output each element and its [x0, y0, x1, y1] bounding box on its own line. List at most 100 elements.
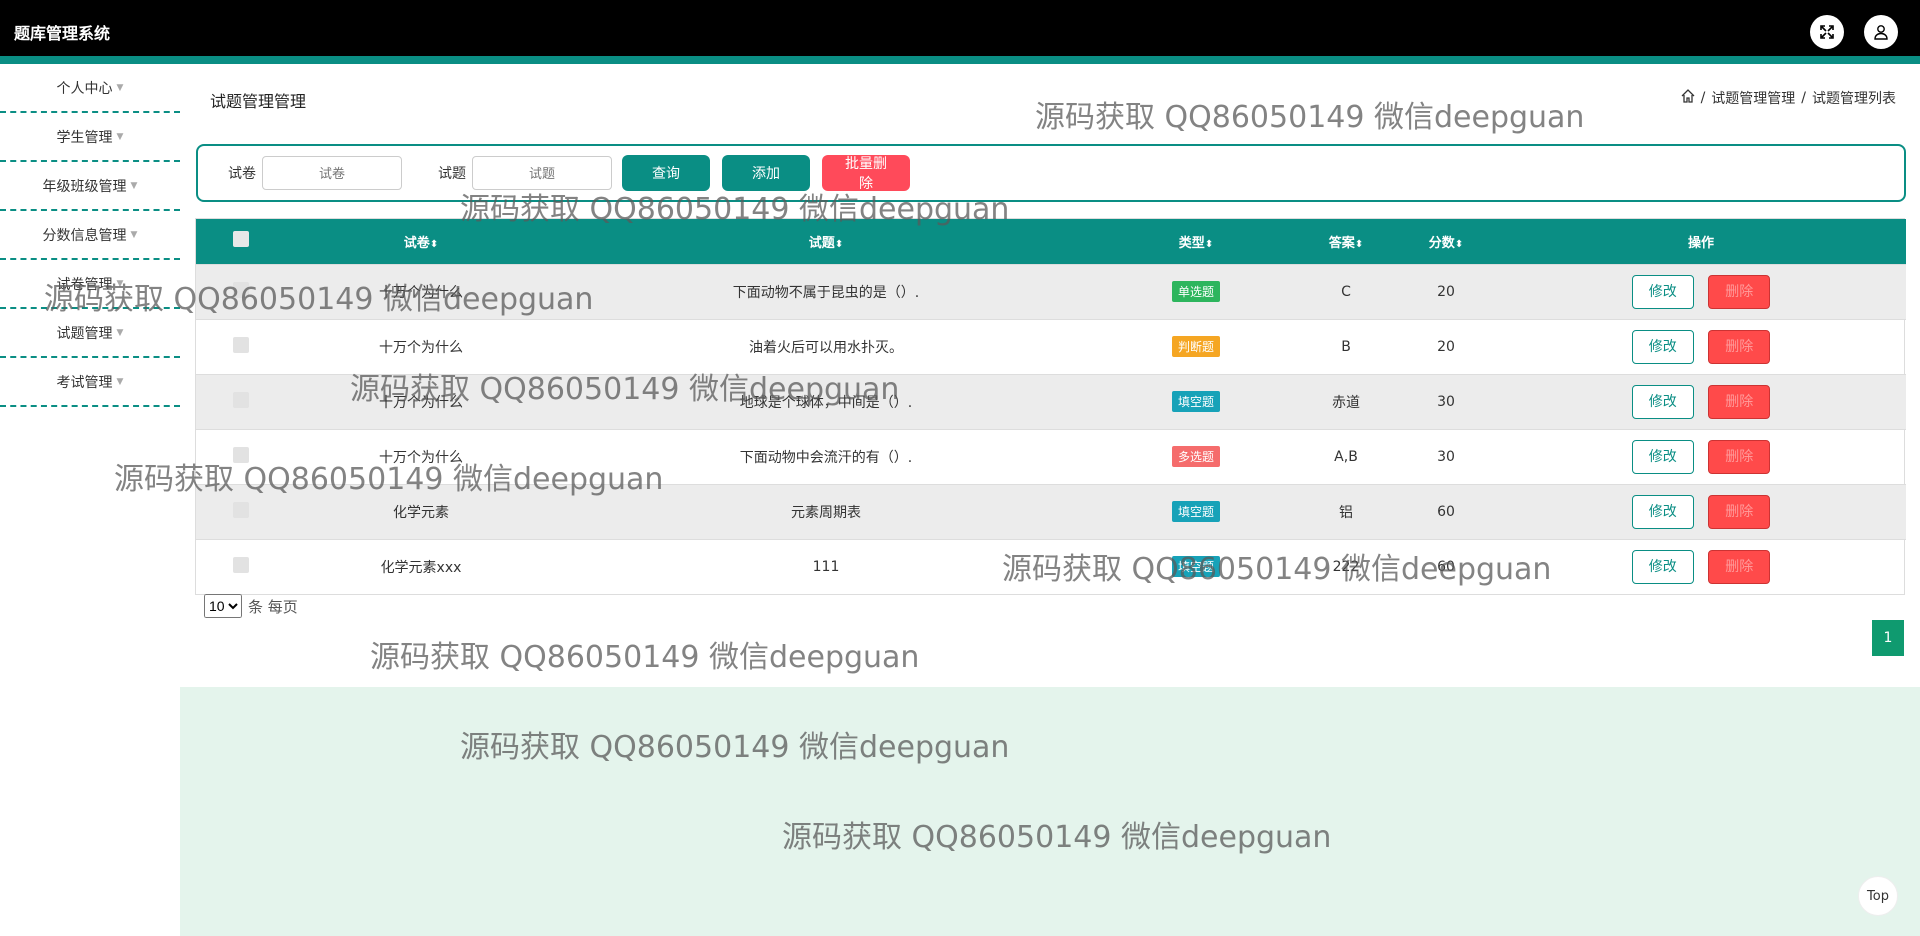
type-badge: 单选题 [1171, 281, 1220, 302]
breadcrumb-item[interactable]: 试题管理管理 [1711, 88, 1795, 108]
breadcrumb: / 试题管理管理 / 试题管理列表 [1681, 88, 1896, 108]
cell-question: 111 [812, 558, 840, 575]
column-header-score[interactable]: 分数⬍ [1396, 219, 1496, 264]
cell-score: 20 [1437, 283, 1455, 300]
delete-button[interactable]: 删除 [1708, 384, 1771, 419]
sidebar: 个人中心 ▼ 学生管理 ▼ 年级班级管理 ▼ 分数信息管理 ▼ 试卷管理 ▼ 试题管理 ▼ … [0, 64, 180, 936]
type-badge: 多选题 [1171, 446, 1220, 467]
sort-icon: ⬍ [1354, 238, 1364, 250]
batch-delete-button[interactable]: 批量删除 [822, 155, 910, 191]
cell-paper: 化学元素xxx [380, 559, 462, 576]
back-to-top-button[interactable]: Top [1858, 876, 1898, 916]
main-content: 试题管理管理 / 试题管理管理 / 试题管理列表 试卷 试题 查询 添加 批量删… [180, 64, 1920, 936]
column-header-answer[interactable]: 答案⬍ [1296, 219, 1396, 264]
top-header: 题库管理系统 [0, 0, 1920, 56]
delete-button[interactable]: 删除 [1708, 329, 1771, 364]
search-panel: 试卷 试题 查询 添加 批量删除 [196, 144, 1906, 202]
edit-button[interactable]: 修改 [1631, 549, 1694, 584]
cell-paper: 十万个为什么 [379, 449, 463, 466]
table-header-row: 试卷⬍ 试题⬍ 类型⬍ 答案⬍ 分数⬍ 操作 [196, 219, 1906, 264]
cell-paper: 十万个为什么 [379, 339, 463, 356]
sidebar-item-papers[interactable]: 试卷管理 ▼ [0, 260, 180, 309]
type-badge: 填空题 [1171, 501, 1220, 522]
cell-paper: 化学元素 [393, 504, 449, 521]
cell-answer: A,B [1334, 448, 1358, 465]
sort-icon: ⬍ [1454, 238, 1464, 250]
cell-paper: 十万个为什么 [379, 394, 463, 411]
table-row: 化学元素xxx 111 填空题 222 60 修改 删除 [196, 539, 1906, 594]
sort-icon: ⬍ [429, 238, 439, 250]
column-header-paper[interactable]: 试卷⬍ [286, 219, 556, 264]
sidebar-item-personal-center[interactable]: 个人中心 ▼ [0, 64, 180, 113]
type-badge: 填空题 [1171, 556, 1220, 578]
app-title: 题库管理系统 [14, 24, 111, 43]
select-all-checkbox[interactable] [233, 231, 249, 248]
header-accent-stripe [0, 56, 1920, 64]
type-badge: 填空题 [1171, 391, 1220, 412]
question-search-input[interactable] [472, 156, 612, 190]
per-page-label: 条 每页 [248, 597, 298, 616]
column-header-action: 操作 [1687, 235, 1714, 251]
cell-question: 元素周期表 [791, 504, 861, 521]
cell-answer: 赤道 [1332, 394, 1360, 411]
chevron-down-icon: ▼ [116, 278, 124, 289]
table-row: 十万个为什么 下面动物中会流汗的有（）. 多选题 A,B 30 修改 删除 [196, 429, 1906, 484]
cell-score: 30 [1437, 393, 1455, 410]
sort-icon: ⬍ [834, 238, 844, 250]
query-button[interactable]: 查询 [622, 155, 710, 191]
page-title: 试题管理管理 [210, 92, 307, 111]
cell-answer: 222 [1332, 558, 1360, 575]
cell-score: 60 [1437, 558, 1455, 575]
sidebar-item-students[interactable]: 学生管理 ▼ [0, 113, 180, 162]
page-number-current[interactable]: 1 [1872, 620, 1904, 656]
chevron-down-icon: ▼ [116, 376, 124, 387]
edit-button[interactable]: 修改 [1631, 384, 1694, 419]
row-checkbox[interactable] [233, 446, 249, 463]
sidebar-item-questions[interactable]: 试题管理 ▼ [0, 309, 180, 358]
sidebar-item-exams[interactable]: 考试管理 ▼ [0, 358, 180, 407]
fullscreen-icon[interactable] [1810, 15, 1844, 49]
paper-search-input[interactable] [262, 156, 402, 190]
edit-button[interactable]: 修改 [1631, 494, 1694, 529]
cell-answer: C [1341, 283, 1351, 300]
edit-button[interactable]: 修改 [1631, 274, 1694, 309]
row-checkbox[interactable] [233, 281, 249, 298]
cell-score: 30 [1437, 448, 1455, 465]
sidebar-item-grade-class[interactable]: 年级班级管理 ▼ [0, 162, 180, 211]
sort-icon: ⬍ [1204, 238, 1214, 250]
user-icon[interactable] [1864, 15, 1898, 49]
chevron-down-icon: ▼ [130, 229, 138, 240]
edit-button[interactable]: 修改 [1631, 439, 1694, 474]
row-checkbox[interactable] [233, 501, 249, 518]
row-checkbox[interactable] [233, 556, 249, 573]
add-button[interactable]: 添加 [722, 155, 810, 191]
paper-search-label: 试卷 [228, 166, 256, 182]
table-row: 十万个为什么 下面动物不属于昆虫的是（）. 单选题 C 20 修改 删除 [196, 264, 1906, 319]
delete-button[interactable]: 删除 [1708, 439, 1771, 474]
delete-button[interactable]: 删除 [1708, 549, 1771, 584]
delete-button[interactable]: 删除 [1708, 494, 1771, 529]
home-icon[interactable] [1681, 89, 1695, 107]
type-badge: 判断题 [1171, 336, 1220, 357]
row-checkbox[interactable] [233, 391, 249, 408]
footer-area [180, 687, 1920, 936]
table-row: 十万个为什么 地球是个球体，中间是（）. 填空题 赤道 30 修改 删除 [196, 374, 1906, 429]
chevron-down-icon: ▼ [130, 180, 138, 191]
sidebar-item-scores[interactable]: 分数信息管理 ▼ [0, 211, 180, 260]
chevron-down-icon: ▼ [116, 82, 124, 93]
table-row: 化学元素 元素周期表 填空题 铝 60 修改 删除 [196, 484, 1906, 539]
chevron-down-icon: ▼ [116, 131, 124, 142]
edit-button[interactable]: 修改 [1631, 329, 1694, 364]
chevron-down-icon: ▼ [116, 327, 124, 338]
cell-question: 下面动物中会流汗的有（）. [739, 449, 913, 466]
column-header-type[interactable]: 类型⬍ [1096, 219, 1296, 264]
page-size-select[interactable]: 10 [204, 594, 242, 618]
cell-question: 地球是个球体，中间是（）. [739, 394, 913, 411]
row-checkbox[interactable] [233, 336, 249, 353]
cell-score: 60 [1437, 503, 1455, 520]
cell-question: 油着火后可以用水扑灭。 [749, 339, 903, 356]
page-size-control: 10 条 每页 [204, 594, 298, 618]
delete-button[interactable]: 删除 [1708, 274, 1771, 309]
column-header-question[interactable]: 试题⬍ [556, 219, 1096, 264]
breadcrumb-item-current: 试题管理列表 [1812, 91, 1896, 107]
